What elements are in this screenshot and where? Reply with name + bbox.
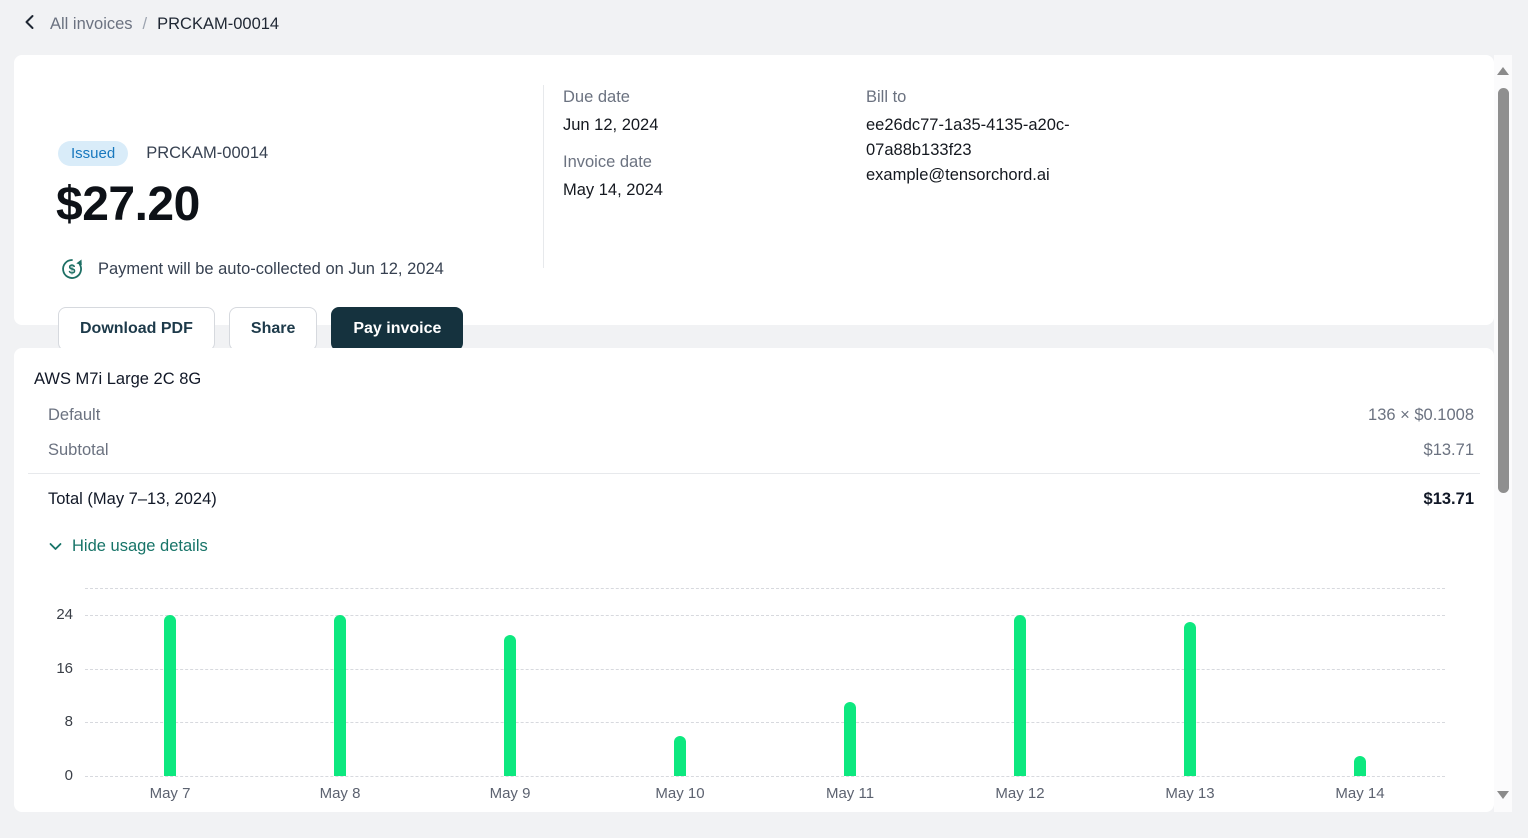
invoice-number: PRCKAM-00014 bbox=[146, 144, 268, 163]
due-date-label: Due date bbox=[563, 88, 823, 107]
usage-bar bbox=[164, 615, 176, 776]
vertical-divider bbox=[543, 85, 544, 268]
chart-y-tick-label: 16 bbox=[33, 660, 73, 677]
chart-gridline bbox=[85, 588, 1445, 589]
invoice-amount: $27.20 bbox=[56, 177, 200, 232]
chart-plot-area bbox=[85, 588, 1445, 776]
chart-x-tick-label: May 11 bbox=[826, 785, 874, 802]
action-buttons: Download PDF Share Pay invoice bbox=[58, 307, 463, 351]
chart-x-tick-label: May 14 bbox=[1335, 785, 1384, 802]
chevron-left-icon bbox=[22, 14, 38, 35]
bill-to-label: Bill to bbox=[866, 88, 1114, 107]
chart-gridline bbox=[85, 722, 1445, 723]
usage-chart: 0 8 16 24 May 7 May 8 May 9 May 10 May 11 May 12… bbox=[14, 348, 1494, 812]
scroll-up-arrow-icon[interactable] bbox=[1497, 67, 1509, 75]
recurring-payment-icon: $ bbox=[60, 257, 84, 281]
vertical-scrollbar[interactable] bbox=[1494, 55, 1512, 812]
invoice-date-value: May 14, 2024 bbox=[563, 178, 823, 203]
invoice-date-label: Invoice date bbox=[563, 153, 823, 172]
breadcrumb-parent[interactable]: All invoices bbox=[50, 15, 133, 34]
usage-bar bbox=[1184, 622, 1196, 776]
breadcrumb-current: PRCKAM-00014 bbox=[157, 15, 279, 34]
chart-x-tick-label: May 12 bbox=[995, 785, 1044, 802]
scrollbar-thumb[interactable] bbox=[1498, 88, 1509, 493]
line-items-card: AWS M7i Large 2C 8G Default 136 × $0.100… bbox=[14, 348, 1494, 812]
usage-bar bbox=[1014, 615, 1026, 776]
dates-column: Due date Jun 12, 2024 Invoice date May 1… bbox=[563, 88, 823, 218]
usage-bar bbox=[674, 736, 686, 776]
status-badge: Issued bbox=[58, 141, 128, 166]
bill-to-id: ee26dc77-1a35-4135-a20c-07a88b133f23 bbox=[866, 113, 1114, 163]
download-pdf-button[interactable]: Download PDF bbox=[58, 307, 215, 351]
back-button[interactable] bbox=[18, 12, 42, 36]
usage-bar bbox=[1354, 756, 1366, 776]
chart-x-tick-label: May 9 bbox=[490, 785, 531, 802]
usage-bar bbox=[844, 702, 856, 776]
chart-y-tick-label: 0 bbox=[33, 767, 73, 784]
bill-to-column: Bill to ee26dc77-1a35-4135-a20c-07a88b13… bbox=[866, 88, 1114, 203]
svg-text:$: $ bbox=[69, 262, 76, 276]
badge-row: Issued PRCKAM-00014 bbox=[58, 141, 268, 166]
share-button[interactable]: Share bbox=[229, 307, 317, 351]
usage-bar bbox=[334, 615, 346, 776]
invoice-page: All invoices / PRCKAM-00014 Issued PRCKA… bbox=[0, 0, 1528, 838]
chart-gridline bbox=[85, 615, 1445, 616]
chart-y-tick-label: 24 bbox=[33, 606, 73, 623]
chart-gridline bbox=[85, 776, 1445, 777]
bill-to-email: example@tensorchord.ai bbox=[866, 163, 1114, 188]
chart-x-tick-label: May 13 bbox=[1165, 785, 1214, 802]
chart-gridline bbox=[85, 669, 1445, 670]
chart-x-tick-label: May 10 bbox=[655, 785, 704, 802]
chart-x-tick-label: May 8 bbox=[320, 785, 361, 802]
breadcrumb: All invoices / PRCKAM-00014 bbox=[0, 0, 1528, 48]
auto-collect-text: Payment will be auto-collected on Jun 12… bbox=[98, 260, 444, 279]
invoice-summary-card: Issued PRCKAM-00014 $27.20 $ Payment wil… bbox=[14, 55, 1494, 325]
auto-collect-note: $ Payment will be auto-collected on Jun … bbox=[60, 257, 444, 281]
chart-x-tick-label: May 7 bbox=[150, 785, 191, 802]
pay-invoice-button[interactable]: Pay invoice bbox=[331, 307, 463, 351]
due-date-value: Jun 12, 2024 bbox=[563, 113, 823, 138]
usage-bar bbox=[504, 635, 516, 776]
scroll-down-arrow-icon[interactable] bbox=[1497, 791, 1509, 799]
chart-y-tick-label: 8 bbox=[33, 713, 73, 730]
breadcrumb-separator: / bbox=[143, 15, 148, 34]
